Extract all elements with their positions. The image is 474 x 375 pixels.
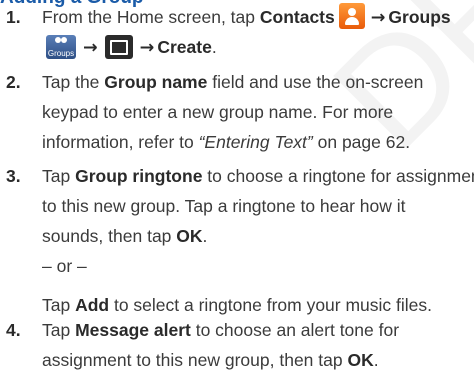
group-name-label: Group name [104, 72, 208, 92]
step-number: 4. [6, 320, 21, 340]
step-body: Tap the Group name field and use the on-… [42, 67, 474, 157]
step-line: Tap Message alert to choose an alert ton… [42, 315, 474, 345]
or-separator: – or – [42, 256, 87, 276]
step-body: From the Home screen, tap Contacts → Group… [42, 2, 474, 62]
step-text: assignment to this new group, then tap [42, 350, 348, 370]
step-text: Tap the [42, 72, 105, 92]
step-number: 3. [6, 166, 21, 186]
add-label: Add [75, 295, 110, 315]
step-text: to choose an alert tone for [190, 320, 400, 340]
punctuation: . [202, 226, 208, 246]
step-line: keypad to enter a new group name. For mo… [42, 102, 394, 122]
arrow-icon: → [83, 38, 98, 58]
step-line: assignment to this new group, then tap O… [42, 345, 474, 375]
ok-label: OK [176, 226, 203, 246]
contacts-icon [338, 3, 365, 30]
step-line: From the Home screen, tap Contacts → Group… [42, 2, 474, 32]
groups-icon-caption: Groups [47, 49, 75, 59]
step-text: information, refer to [42, 132, 199, 152]
menu-icon [104, 35, 133, 60]
punctuation: . [211, 37, 217, 57]
ok-label: OK [347, 350, 374, 370]
groups-icon: Groups [46, 35, 76, 60]
step-text: Tap [42, 166, 76, 186]
step-text: Tap [42, 320, 76, 340]
create-label: Create [157, 37, 212, 57]
step-line: Tap Group ringtone to choose a ringtone … [42, 161, 474, 191]
step-line: Tap the Group name field and use the on-… [42, 67, 474, 97]
step-text: on page 62. [312, 132, 411, 152]
contacts-label: Contacts [259, 7, 335, 27]
message-alert-label: Message alert [75, 320, 191, 340]
step-line: sounds, then tap OK. [42, 221, 474, 251]
step-body: Tap Group ringtone to choose a ringtone … [42, 161, 474, 320]
step-body: Tap Message alert to choose an alert ton… [42, 315, 474, 375]
arrow-icon: → [370, 8, 386, 28]
step-text: to choose a ringtone for assignment [202, 166, 474, 186]
arrow-icon: → [139, 38, 155, 58]
punctuation: . [373, 350, 379, 370]
step-text: From the Home screen, tap [42, 7, 260, 27]
step-text: sounds, then tap [42, 226, 177, 246]
step-text: Tap [42, 295, 76, 315]
group-ringtone-label: Group ringtone [75, 166, 203, 186]
cross-reference: “Entering Text” [198, 132, 313, 152]
step-line: to this new group. Tap a ringtone to hea… [42, 196, 406, 216]
step-number: 2. [6, 72, 21, 92]
step-line: information, refer to “Entering Text” on… [42, 127, 474, 157]
groups-label: Groups [388, 7, 451, 27]
step-text: to select a ringtone from your music fil… [109, 295, 433, 315]
step-line: Groups → → Create. [42, 32, 474, 62]
step-text: field and use the on-screen [207, 72, 424, 92]
step-number: 1. [6, 7, 21, 27]
